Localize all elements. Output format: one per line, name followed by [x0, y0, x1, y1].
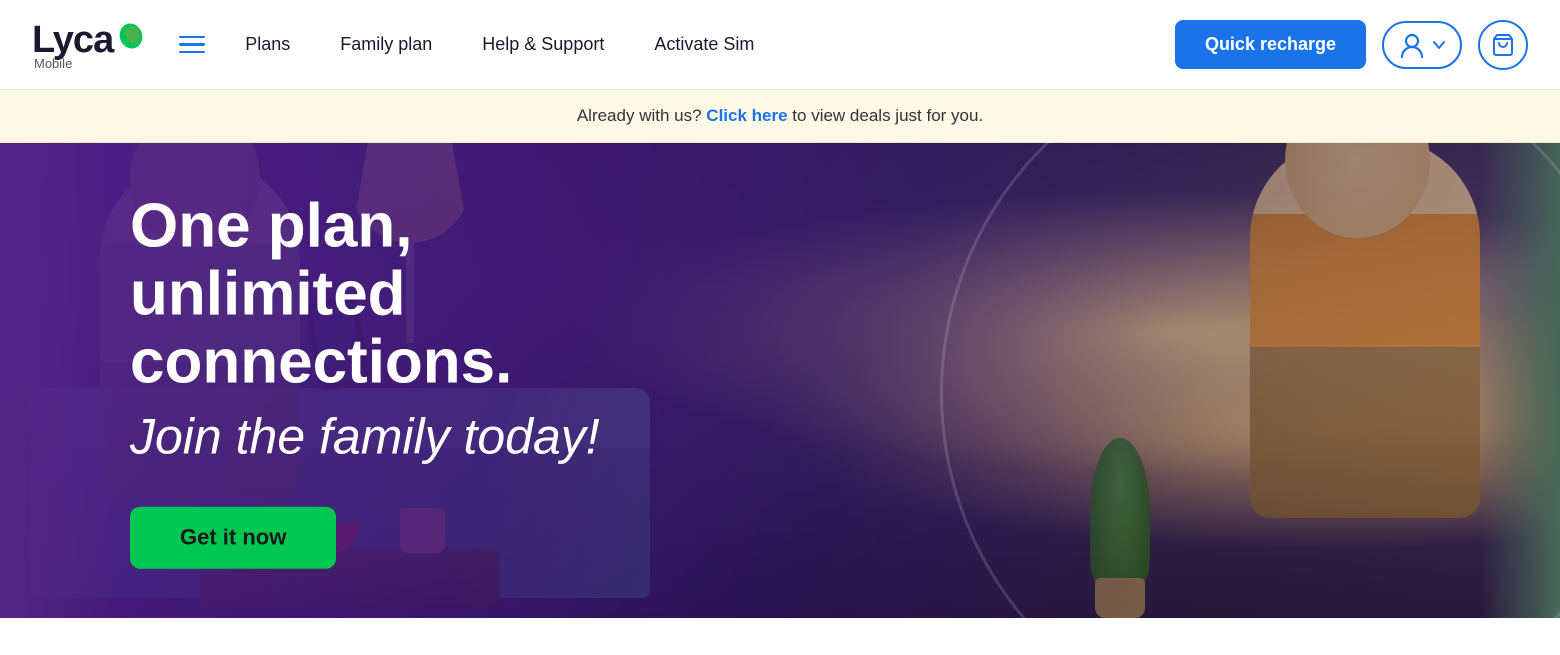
promo-banner: Already with us? Click here to view deal…	[0, 90, 1560, 143]
logo-link[interactable]: Lyca Mobile	[32, 19, 145, 71]
hamburger-menu[interactable]	[175, 32, 209, 58]
nav-links: Plans Family plan Help & Support Activat…	[245, 34, 1175, 55]
promo-text-before: Already with us?	[577, 106, 702, 125]
cart-button[interactable]	[1478, 20, 1528, 70]
nav-link-family-plan[interactable]: Family plan	[340, 34, 432, 55]
logo-leaf-icon	[117, 22, 145, 50]
hero-title: One plan, unlimited connections.	[130, 192, 780, 397]
promo-text-after: to view deals just for you.	[792, 106, 983, 125]
quick-recharge-button[interactable]: Quick recharge	[1175, 20, 1366, 69]
nav-link-help-support[interactable]: Help & Support	[482, 34, 604, 55]
hero-title-line1: One plan,	[130, 191, 412, 260]
hero-title-line2: unlimited connections.	[130, 259, 512, 396]
get-it-now-button[interactable]: Get it now	[130, 507, 336, 569]
cart-icon	[1491, 33, 1515, 57]
promo-click-here-link[interactable]: Click here	[706, 106, 787, 125]
account-button[interactable]	[1382, 21, 1462, 69]
hero-content: One plan, unlimited connections. Join th…	[130, 192, 780, 569]
chevron-down-icon	[1432, 38, 1446, 52]
hero-arc-decoration	[940, 143, 1560, 618]
account-icon	[1398, 31, 1426, 59]
nav-link-activate-sim[interactable]: Activate Sim	[654, 34, 754, 55]
navbar: Lyca Mobile Plans Family plan Help & Sup…	[0, 0, 1560, 90]
nav-link-plans[interactable]: Plans	[245, 34, 290, 55]
nav-right: Quick recharge	[1175, 20, 1528, 70]
hero-subtitle: Join the family today!	[130, 407, 780, 467]
logo-mobile-text: Mobile	[34, 56, 72, 71]
hero-section: One plan, unlimited connections. Join th…	[0, 143, 1560, 618]
